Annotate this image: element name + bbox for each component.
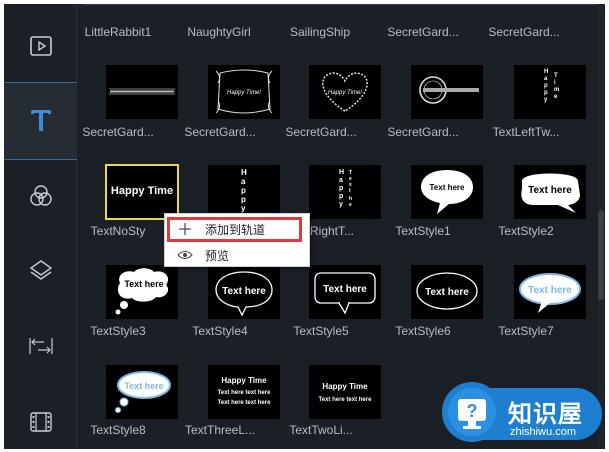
thumb-text: Happy Time — [221, 376, 267, 385]
template-caption[interactable]: SecretGard... — [172, 125, 268, 139]
template-thumb-textrighttwo[interactable]: Happy Texthe — [309, 165, 381, 219]
sidebar-item-text[interactable] — [4, 83, 77, 159]
thumb-text: Happy Time — [110, 185, 174, 197]
thumb-text: Text here text here — [218, 400, 272, 406]
template-thumb-secretgarden-2[interactable]: Happy Time! — [208, 65, 280, 119]
template-caption[interactable]: SecretGard... — [375, 125, 471, 139]
filters-icon — [29, 185, 52, 206]
template-caption[interactable]: TextStyle5 — [273, 324, 369, 338]
template-thumb-texttwolines[interactable]: Happy Time Text here text here — [309, 365, 381, 419]
template-caption[interactable]: TextTwoLi... — [273, 423, 369, 437]
layers-icon — [29, 260, 52, 280]
thumb-text: Happy Time! — [227, 90, 261, 96]
template-thumb-secretgarden-4[interactable] — [411, 65, 483, 119]
template-caption[interactable]: TextStyle3 — [70, 324, 166, 338]
thumb-text: Text here — [124, 381, 163, 391]
template-thumb-textleftone[interactable]: Happy — [208, 165, 280, 219]
thumb-text: Text here — [528, 285, 572, 296]
eye-icon — [165, 250, 205, 260]
template-thumb-textstyle2[interactable]: Text here — [514, 165, 586, 219]
template-thumb-textlefttwo[interactable]: Happy Time — [514, 65, 586, 119]
transition-icon — [28, 338, 53, 354]
thumb-text: Text here — [323, 284, 367, 295]
template-caption[interactable]: LittleRabbit1 — [70, 25, 166, 39]
template-caption[interactable]: TextStyle8 — [70, 423, 166, 437]
svg-text:Texthe: Texthe — [349, 170, 352, 208]
template-thumb-textnostyle[interactable]: Happy Time — [105, 164, 179, 220]
sidebar — [4, 4, 77, 449]
template-caption[interactable]: TextLeftTw... — [478, 125, 574, 139]
film-icon — [29, 412, 52, 432]
template-thumb-textstyle7[interactable]: Text here — [514, 265, 586, 319]
template-caption[interactable]: NaughtyGirl — [171, 25, 267, 39]
thumb-text: Text here — [124, 279, 163, 289]
template-thumb-textstyle8[interactable]: Text here — [106, 365, 178, 419]
template-thumb-textstyle1[interactable]: Text here — [411, 165, 483, 219]
annotation-highlight-box — [167, 217, 302, 242]
watermark-url: zhishiwu.com — [510, 426, 577, 438]
thumb-text: Happy Time — [322, 382, 368, 391]
template-caption[interactable]: SecretGard... — [476, 25, 572, 39]
sidebar-item-filters[interactable] — [4, 174, 77, 218]
template-caption[interactable]: TextStyle7 — [478, 324, 574, 338]
thumb-text: Happy Time! — [328, 90, 362, 96]
template-caption[interactable]: SecretGard... — [273, 125, 369, 139]
watermark-title: 知识屋 — [508, 401, 583, 428]
template-caption[interactable]: SecretGard... — [70, 125, 166, 139]
thumb-text: Text here text here — [218, 390, 272, 396]
media-icon — [29, 36, 52, 56]
svg-text:?: ? — [467, 401, 478, 421]
template-thumb-secretgarden-1[interactable] — [106, 65, 178, 119]
sidebar-item-elements[interactable] — [4, 400, 77, 444]
thumb-text: Text here — [430, 183, 466, 192]
template-caption[interactable]: TextThreeL... — [172, 423, 268, 437]
template-thumb-textstyle3[interactable]: Text here — [106, 265, 178, 319]
template-thumb-textthreelines[interactable]: Happy Time Text here text here Text here… — [208, 365, 280, 419]
template-thumb-textstyle6[interactable]: Text here — [411, 265, 483, 319]
template-caption[interactable]: TextStyle6 — [375, 324, 471, 338]
thumb-text: Text here — [528, 185, 572, 196]
thumb-text: Text here — [425, 287, 469, 298]
text-icon — [30, 110, 51, 131]
scrollbar-thumb[interactable] — [598, 210, 604, 300]
template-caption[interactable]: SecretGard... — [375, 25, 471, 39]
template-caption[interactable]: TextStyle1 — [375, 224, 471, 238]
template-thumb-textstyle4[interactable]: Text here — [208, 265, 280, 319]
template-caption[interactable]: TextNoSty — [70, 224, 166, 238]
template-caption[interactable]: TextStyle4 — [172, 324, 268, 338]
thumb-text: Text here — [222, 286, 266, 297]
template-thumb-textstyle5[interactable]: Text here — [309, 265, 381, 319]
sidebar-item-media[interactable] — [4, 24, 77, 68]
sidebar-item-overlays[interactable] — [4, 248, 77, 292]
menu-item-label: 预览 — [205, 248, 230, 263]
svg-text:Happy: Happy — [241, 168, 247, 213]
template-thumb-secretgarden-3[interactable]: Happy Time! — [309, 65, 381, 119]
menu-item-preview[interactable]: 预览 — [165, 244, 309, 266]
sidebar-item-transitions[interactable] — [4, 324, 77, 368]
thumb-text: Text here text here — [319, 397, 373, 403]
svg-text:Time: Time — [554, 73, 559, 100]
template-caption[interactable]: TextStyle2 — [478, 224, 574, 238]
svg-text:Happy: Happy — [544, 69, 548, 103]
svg-text:Happy: Happy — [339, 169, 344, 208]
template-caption[interactable]: SailingShip — [272, 25, 368, 39]
